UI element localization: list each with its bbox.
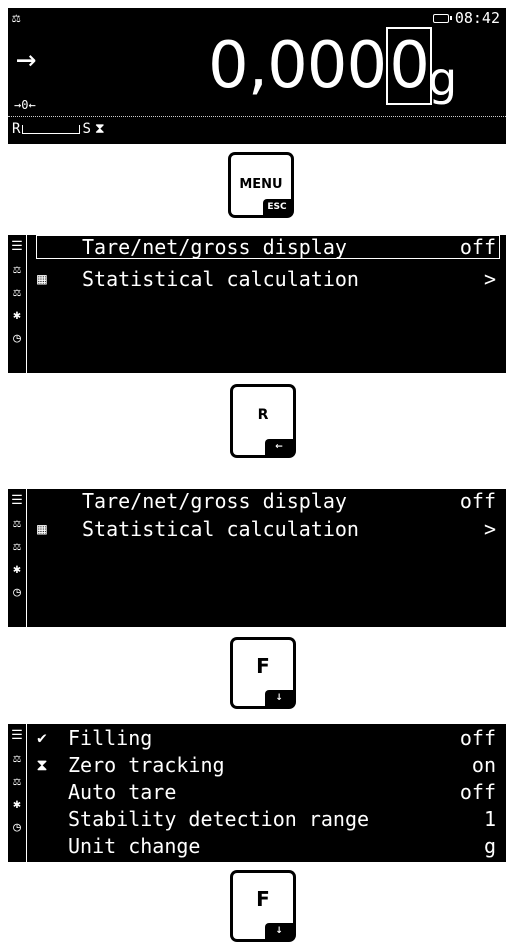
weight-reading: 0,0000 bbox=[208, 27, 432, 105]
balance-settings-icon[interactable]: ⚖ bbox=[8, 281, 26, 304]
setting-value: 1 bbox=[483, 807, 496, 831]
setting-label: Unit change bbox=[68, 834, 201, 858]
back-arrow-icon: ← bbox=[265, 439, 293, 455]
setting-zero-tracking[interactable]: ⧗ Zero tracking on bbox=[28, 753, 500, 777]
chevron-right-icon: > bbox=[483, 267, 496, 291]
stable-arrow-indicator: → bbox=[16, 39, 37, 79]
f-down-key[interactable]: F ↓ bbox=[230, 637, 296, 709]
balance-icon[interactable]: ⚖ bbox=[8, 747, 26, 770]
menu-item-statistical-calculation[interactable]: ▦ Statistical calculation > bbox=[28, 267, 500, 291]
menu-item-label: Statistical calculation bbox=[82, 267, 359, 291]
menu-item-value: off bbox=[459, 235, 496, 259]
list-icon[interactable]: ☰ bbox=[8, 489, 26, 512]
hourglass-icon: ⧗ bbox=[36, 755, 48, 774]
f-key-face: F ↓ bbox=[233, 873, 293, 939]
chevron-right-icon: > bbox=[483, 517, 496, 541]
range-s-label: S bbox=[82, 121, 91, 137]
menu-esc-key[interactable]: MENU ESC bbox=[228, 152, 294, 218]
f-key-label: F bbox=[256, 887, 270, 911]
clock-icon[interactable]: ◷ bbox=[8, 816, 26, 839]
menu-item-value: off bbox=[459, 489, 496, 513]
calculator-icon: ▦ bbox=[37, 519, 47, 538]
balance-settings-icon[interactable]: ⚖ bbox=[8, 770, 26, 793]
menu-sidebar: ☰ ⚖ ⚖ ✱ ◷ bbox=[8, 724, 27, 862]
setting-stability-detection-range[interactable]: Stability detection range 1 bbox=[28, 807, 500, 831]
r-back-key[interactable]: R ← bbox=[230, 384, 296, 458]
zero-indicator: →0← bbox=[14, 98, 36, 112]
setting-value: g bbox=[483, 834, 496, 858]
weight-reading-main: 0,000 bbox=[208, 29, 387, 103]
r-key-label: R bbox=[257, 407, 269, 423]
menu-item-tare-net-gross[interactable]: Tare/net/gross display off bbox=[28, 235, 500, 259]
status-bar-right: 08:42 bbox=[432, 9, 500, 27]
down-arrow-icon: ↓ bbox=[265, 923, 293, 939]
menu-item-label: Tare/net/gross display bbox=[82, 489, 347, 513]
clock-icon[interactable]: ◷ bbox=[8, 581, 26, 604]
balance-settings-icon[interactable]: ⚖ bbox=[8, 535, 26, 558]
setting-value: off bbox=[459, 780, 496, 804]
weighing-display: ⚖ 08:42 → 0,0000 g →0← R S ⧗ bbox=[8, 8, 506, 144]
calculator-icon: ▦ bbox=[37, 269, 47, 288]
setting-label: Stability detection range bbox=[68, 807, 370, 831]
balance-icon[interactable]: ⚖ bbox=[8, 258, 26, 281]
gear-icon[interactable]: ✱ bbox=[8, 793, 26, 816]
menu-item-label: Statistical calculation bbox=[82, 517, 359, 541]
f-key-label: F bbox=[256, 654, 270, 678]
down-arrow-icon: ↓ bbox=[265, 690, 293, 706]
setting-label: Filling bbox=[68, 726, 153, 750]
range-bar bbox=[22, 124, 81, 134]
range-status: R S ⧗ bbox=[12, 121, 105, 137]
clock-time: 08:42 bbox=[454, 9, 500, 27]
battery-icon bbox=[432, 13, 452, 23]
menu-item-statistical-calculation[interactable]: ▦ Statistical calculation > bbox=[28, 517, 500, 541]
hourglass-icon: ⧗ bbox=[94, 121, 105, 137]
list-icon[interactable]: ☰ bbox=[8, 724, 26, 747]
setting-value: on bbox=[471, 753, 496, 777]
settings-screen: ☰ ⚖ ⚖ ✱ ◷ ✔ Filling off ⧗ Zero tracking … bbox=[8, 724, 506, 862]
setting-unit-change[interactable]: Unit change g bbox=[28, 834, 500, 858]
menu-sidebar: ☰ ⚖ ⚖ ✱ ◷ bbox=[8, 235, 27, 373]
menu-sidebar: ☰ ⚖ ⚖ ✱ ◷ bbox=[8, 489, 27, 627]
setting-label: Auto tare bbox=[68, 780, 177, 804]
gear-icon[interactable]: ✱ bbox=[8, 558, 26, 581]
r-key-face: R ← bbox=[233, 387, 293, 455]
menu-item-tare-net-gross[interactable]: Tare/net/gross display off bbox=[28, 489, 500, 513]
list-icon[interactable]: ☰ bbox=[8, 235, 26, 258]
menu-screen-selected: ☰ ⚖ ⚖ ✱ ◷ Tare/net/gross display off ▦ S… bbox=[8, 235, 506, 373]
menu-screen: ☰ ⚖ ⚖ ✱ ◷ Tare/net/gross display off ▦ S… bbox=[8, 489, 506, 627]
f-key-face: F ↓ bbox=[233, 640, 293, 706]
setting-label: Zero tracking bbox=[68, 753, 225, 777]
menu-key-face: MENU ESC bbox=[231, 155, 291, 215]
menu-key-label: MENU bbox=[239, 177, 283, 192]
esc-key-label: ESC bbox=[263, 199, 291, 215]
divider bbox=[8, 116, 506, 117]
range-r-label: R bbox=[12, 121, 21, 137]
clock-icon[interactable]: ◷ bbox=[8, 327, 26, 350]
menu-item-label: Tare/net/gross display bbox=[82, 235, 347, 259]
setting-filling[interactable]: ✔ Filling off bbox=[28, 726, 500, 750]
checkmark-icon: ✔ bbox=[37, 728, 47, 747]
setting-auto-tare[interactable]: Auto tare off bbox=[28, 780, 500, 804]
balance-icon[interactable]: ⚖ bbox=[8, 512, 26, 535]
setting-value: off bbox=[459, 726, 496, 750]
balance-icon: ⚖ bbox=[12, 10, 21, 26]
weight-reading-last-digit: 0 bbox=[386, 27, 432, 105]
f-down-key[interactable]: F ↓ bbox=[230, 870, 296, 942]
gear-icon[interactable]: ✱ bbox=[8, 304, 26, 327]
weight-unit: g bbox=[428, 52, 458, 106]
